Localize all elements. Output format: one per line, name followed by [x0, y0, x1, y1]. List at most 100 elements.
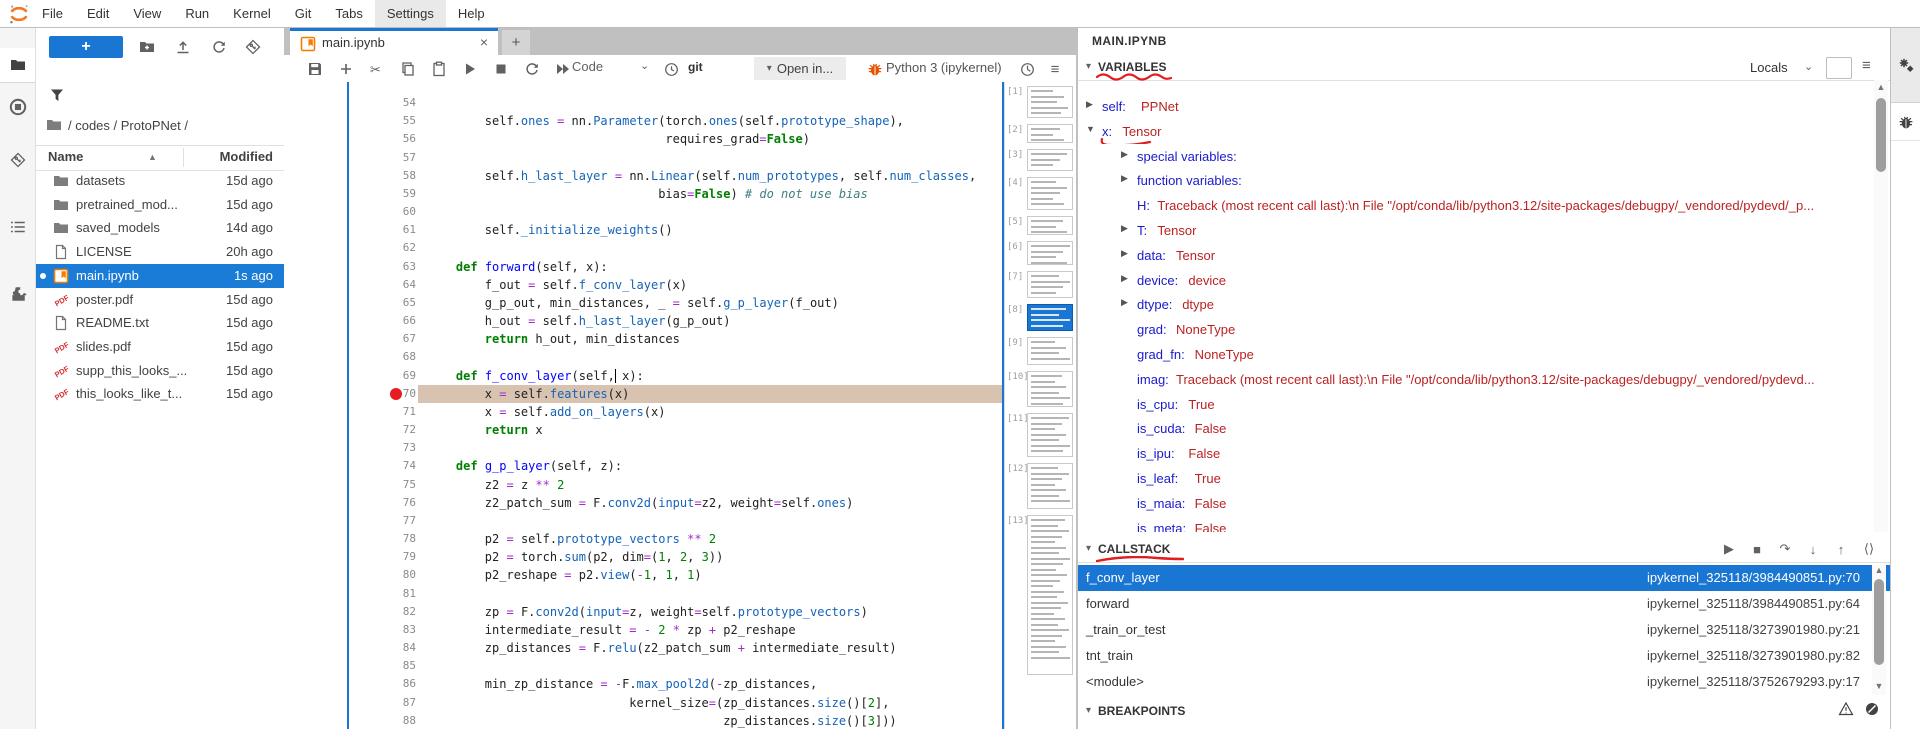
callstack-header-label[interactable]: CALLSTACK	[1098, 542, 1170, 556]
code-line-69[interactable]: def f_conv_layer(self, x):	[427, 367, 644, 385]
code-line-72[interactable]: return x	[427, 421, 543, 439]
file-row-supp-this-looks-[interactable]: PDFsupp_this_looks_...15d ago	[36, 359, 284, 383]
variable-row-is_cpu[interactable]: is_cpu:True	[1078, 392, 1878, 417]
tab-main-ipynb[interactable]: main.ipynb ×	[290, 28, 498, 55]
step-out-button[interactable]: ↑	[1830, 540, 1852, 558]
callstack-frame-tnt_train[interactable]: tnt_trainipykernel_325118/3273901980.py:…	[1078, 643, 1890, 669]
minimap-cell-8[interactable]	[1027, 304, 1073, 331]
minimap-cell-2[interactable]	[1027, 124, 1073, 143]
variables-scrollbar[interactable]: ▲	[1874, 80, 1888, 532]
line-number-71[interactable]: 71	[380, 403, 420, 421]
variable-row-specialvariables[interactable]: ▶special variables:	[1078, 144, 1878, 169]
variable-row-is_meta[interactable]: is_meta:False	[1078, 516, 1878, 532]
terminate-button[interactable]: ■	[1746, 540, 1768, 558]
breakpoint-dot[interactable]	[390, 388, 402, 400]
code-line-55[interactable]: self.ones = nn.Parameter(torch.ones(self…	[427, 112, 904, 130]
line-number-62[interactable]: 62	[380, 239, 420, 257]
line-number-87[interactable]: 87	[380, 694, 420, 712]
menu-item-edit[interactable]: Edit	[75, 0, 121, 27]
file-row-datasets[interactable]: datasets15d ago	[36, 169, 284, 193]
variable-row-self[interactable]: ▶self:PPNet	[1078, 94, 1878, 119]
menu-item-file[interactable]: File	[30, 0, 75, 27]
variable-row-is_ipu[interactable]: is_ipu:False	[1078, 441, 1878, 466]
step-in-button[interactable]: ↓	[1802, 540, 1824, 558]
minimap-cell-13[interactable]	[1027, 515, 1073, 675]
sidebar-tab-files[interactable]	[0, 48, 35, 82]
code-editor[interactable]: 5455 self.ones = nn.Parameter(torch.ones…	[284, 82, 1004, 729]
step-over-button[interactable]: ↷	[1774, 540, 1796, 558]
line-number-81[interactable]: 81	[380, 585, 420, 603]
expand-expand-icon[interactable]: ▶	[1121, 223, 1128, 234]
line-number-78[interactable]: 78	[380, 530, 420, 548]
line-number-86[interactable]: 86	[380, 675, 420, 693]
upload-button[interactable]	[172, 36, 194, 58]
add-button[interactable]	[337, 60, 355, 78]
expand-expand-icon[interactable]: ▶	[1086, 99, 1093, 110]
code-line-65[interactable]: g_p_out, min_distances, _ = self.g_p_lay…	[427, 294, 839, 312]
refresh-button[interactable]	[208, 36, 230, 58]
callstack-scrollbar[interactable]: ▲▼	[1872, 565, 1886, 695]
minimap-cell-11[interactable]	[1027, 413, 1073, 457]
variables-menu-icon[interactable]: ≡	[1862, 57, 1871, 74]
code-line-64[interactable]: f_out = self.f_conv_layer(x)	[427, 276, 687, 294]
sidebar-tab-git[interactable]	[0, 143, 35, 177]
property-inspector-tab[interactable]	[1891, 28, 1920, 103]
line-number-60[interactable]: 60	[380, 203, 420, 221]
file-row-saved-models[interactable]: saved_models14d ago	[36, 216, 284, 240]
variable-row-device[interactable]: ▶device:device	[1078, 268, 1878, 293]
minimap-cell-7[interactable]	[1027, 271, 1073, 298]
code-line-61[interactable]: self._initialize_weights()	[427, 221, 673, 239]
expand-expand-icon[interactable]: ▶	[1121, 248, 1128, 259]
caret-down-icon[interactable]: ▾	[1086, 61, 1091, 72]
chevron-down-icon[interactable]: ⌄	[1804, 60, 1813, 73]
line-number-75[interactable]: 75	[380, 476, 420, 494]
line-number-67[interactable]: 67	[380, 330, 420, 348]
filter-files-icon[interactable]	[46, 84, 68, 106]
code-line-70[interactable]: x = self.features(x)	[427, 385, 629, 403]
line-number-66[interactable]: 66	[380, 312, 420, 330]
variables-scope-select[interactable]: Locals	[1750, 60, 1788, 75]
line-number-55[interactable]: 55	[380, 112, 420, 130]
run-button[interactable]	[461, 60, 479, 78]
variable-row-functionvariables[interactable]: ▶function variables:	[1078, 168, 1878, 193]
breakpoints-header-label[interactable]: BREAKPOINTS	[1098, 704, 1185, 718]
line-number-57[interactable]: 57	[380, 149, 420, 167]
code-line-79[interactable]: p2 = torch.sum(p2, dim=(1, 2, 3))	[427, 548, 723, 566]
file-row-slides-pdf[interactable]: PDFslides.pdf15d ago	[36, 335, 284, 359]
new-folder-button[interactable]	[136, 36, 158, 58]
code-line-76[interactable]: z2_patch_sum = F.conv2d(input=z2, weight…	[427, 494, 853, 512]
line-number-80[interactable]: 80	[380, 566, 420, 584]
variables-header-label[interactable]: VARIABLES	[1098, 60, 1166, 74]
minimap-cell-4[interactable]	[1027, 177, 1073, 210]
open-in-dropdown[interactable]: ▾ Open in...	[754, 57, 846, 80]
variable-row-data[interactable]: ▶data:Tensor	[1078, 243, 1878, 268]
scroll-up-icon[interactable]: ▲	[1874, 82, 1888, 94]
code-line-66[interactable]: h_out = self.h_last_layer(g_p_out)	[427, 312, 730, 330]
expand-expand-icon[interactable]: ▶	[1121, 149, 1128, 160]
file-row-poster-pdf[interactable]: PDFposter.pdf15d ago	[36, 288, 284, 312]
code-line-71[interactable]: x = self.add_on_layers(x)	[427, 403, 665, 421]
kernel-name[interactable]: Python 3 (ipykernel)	[886, 60, 1002, 75]
variable-row-x[interactable]: ▼x:Tensor	[1078, 119, 1878, 144]
callstack-frame-_train_or_test[interactable]: _train_or_testipykernel_325118/327390198…	[1078, 617, 1890, 643]
line-number-76[interactable]: 76	[380, 494, 420, 512]
file-row-pretrained-mod-[interactable]: pretrained_mod...15d ago	[36, 193, 284, 217]
file-row-main-ipynb[interactable]: main.ipynb1s ago	[36, 264, 284, 288]
code-line-82[interactable]: zp = F.conv2d(input=z, weight=self.proto…	[427, 603, 868, 621]
menu-item-git[interactable]: Git	[283, 0, 324, 27]
line-number-72[interactable]: 72	[380, 421, 420, 439]
close-tab-icon[interactable]: ×	[480, 34, 488, 50]
code-line-78[interactable]: p2 = self.prototype_vectors ** 2	[427, 530, 716, 548]
toolbar-overflow-icon[interactable]: ≡	[1046, 60, 1064, 78]
callstack-frame-forward[interactable]: forwardipykernel_325118/3984490851.py:64	[1078, 591, 1890, 617]
callstack-frame-f_conv_layer[interactable]: f_conv_layeripykernel_325118/3984490851.…	[1078, 565, 1890, 591]
menu-item-run[interactable]: Run	[173, 0, 221, 27]
line-number-82[interactable]: 82	[380, 603, 420, 621]
remove-all-breakpoints-icon[interactable]	[1864, 701, 1880, 717]
code-line-56[interactable]: requires_grad=False)	[427, 130, 810, 148]
code-line-59[interactable]: bias=False) # do not use bias	[427, 185, 868, 203]
cell-type-select[interactable]: Code	[572, 59, 603, 74]
line-number-73[interactable]: 73	[380, 439, 420, 457]
code-line-74[interactable]: def g_p_layer(self, z):	[427, 457, 622, 475]
code-line-80[interactable]: p2_reshape = p2.view(-1, 1, 1)	[427, 566, 702, 584]
